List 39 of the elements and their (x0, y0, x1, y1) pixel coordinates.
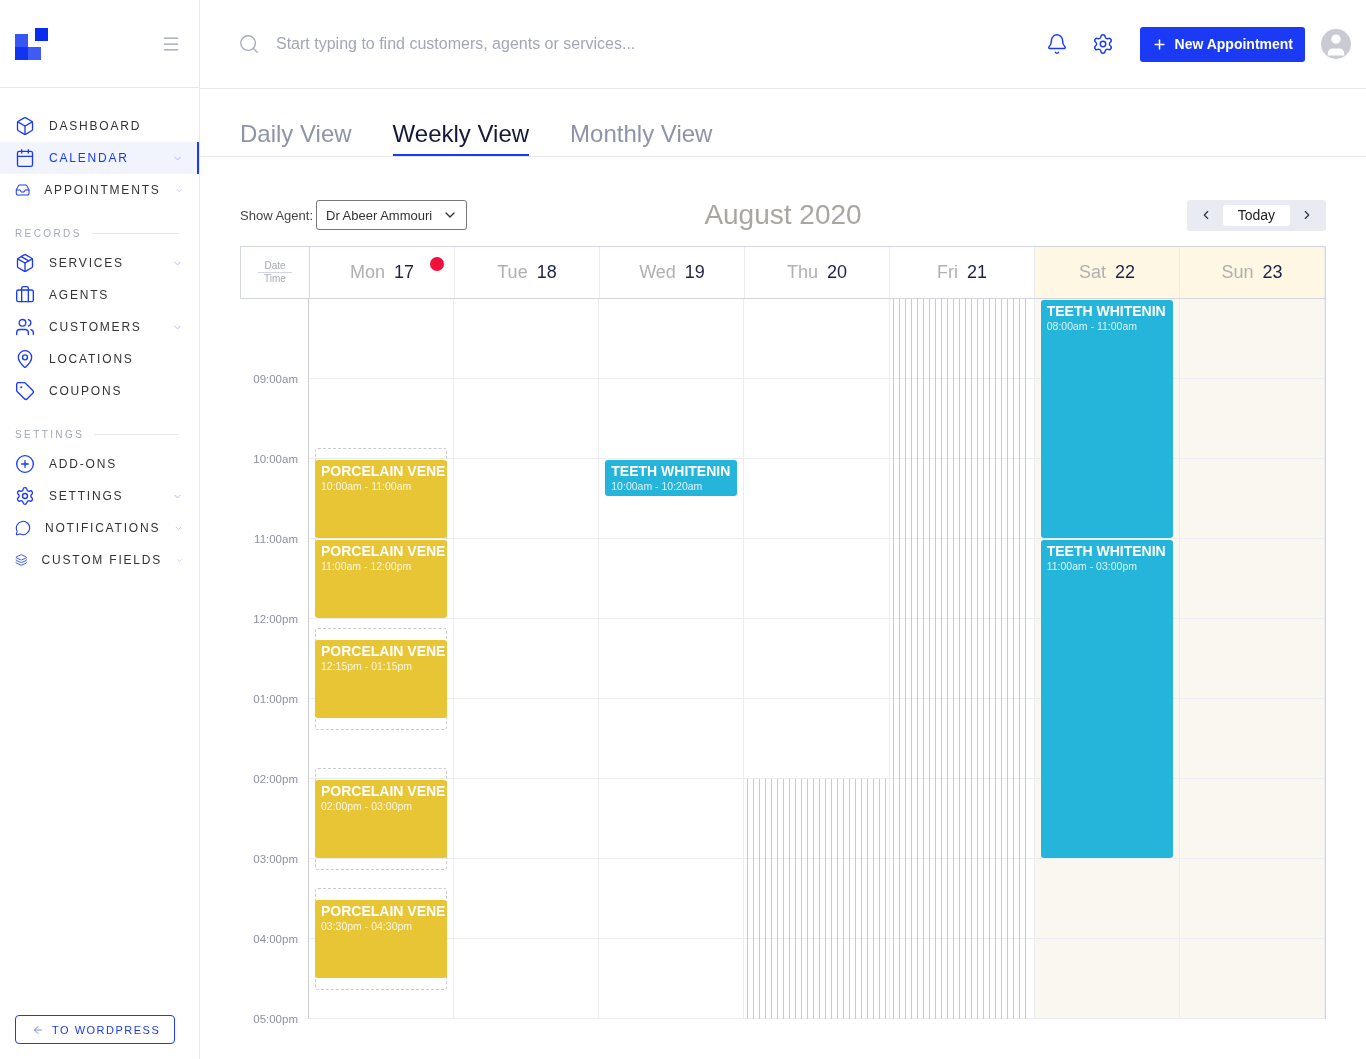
sidebar-item[interactable]: LOCATIONS (0, 343, 199, 375)
calendar-icon (15, 148, 35, 168)
to-wordpress-button[interactable]: TO WORDPRESS (15, 1015, 176, 1044)
sidebar-item[interactable]: CUSTOMERS (0, 311, 199, 343)
chat-bubble-icon (15, 518, 31, 538)
day-header: Sun 23 (1180, 247, 1325, 298)
plus-circle-icon (15, 454, 35, 474)
sidebar-item[interactable]: COUPONS (0, 375, 199, 407)
sidebar-item[interactable]: NOTIFICATIONS (0, 512, 199, 544)
sidebar-item[interactable]: AGENTS (0, 279, 199, 311)
corner-label: Time (258, 272, 292, 285)
tag-icon (15, 381, 35, 401)
sidebar-item[interactable]: CALENDAR (0, 142, 199, 174)
sidebar-item[interactable]: SETTINGS (0, 480, 199, 512)
sidebar-item[interactable]: SERVICES (0, 247, 199, 279)
logo-icon (15, 27, 49, 60)
agent-select[interactable]: Dr Abeer Ammouri (316, 200, 468, 230)
view-tab[interactable]: Weekly View (392, 120, 530, 156)
settings-icon (15, 486, 35, 506)
sidebar-item[interactable]: DASHBOARD (0, 110, 199, 142)
users-icon (15, 317, 35, 337)
search-icon (238, 33, 260, 55)
cube-icon (15, 116, 35, 136)
plus-icon (1151, 36, 1167, 52)
sidebar-item[interactable]: CUSTOM FIELDS (0, 544, 199, 576)
section-heading: SETTINGS (15, 429, 85, 440)
month-title: August 2020 (704, 199, 862, 231)
package-icon (15, 253, 35, 273)
new-appointment-button[interactable]: New Appointment (1139, 26, 1305, 62)
sidebar-item[interactable]: ADD-ONS (0, 448, 199, 480)
briefcase-icon (15, 285, 35, 305)
arrow-left-icon (32, 1023, 44, 1036)
agent-label: Show Agent: (240, 207, 313, 223)
corner-label: Date (263, 260, 287, 272)
sidebar-item[interactable]: APPOINTMENTS (0, 174, 199, 206)
map-pin-icon (15, 349, 35, 369)
today-button[interactable]: Today (1222, 204, 1290, 226)
section-heading: RECORDS (15, 228, 82, 239)
day-header: Sat 22 (1035, 247, 1180, 298)
